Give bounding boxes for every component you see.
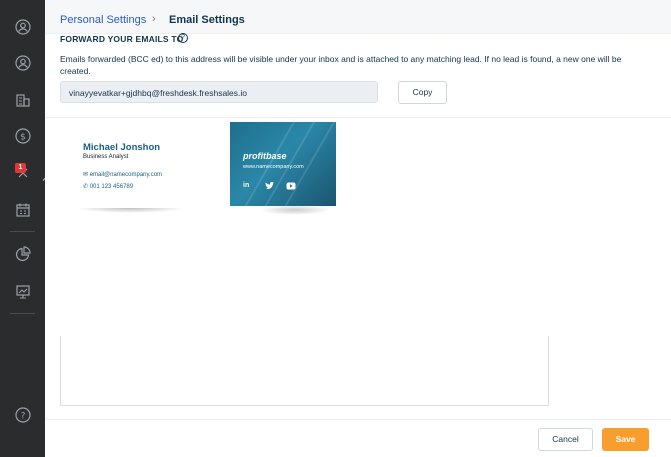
breadcrumb-separator: › xyxy=(152,13,156,25)
help-circle-icon[interactable]: ? xyxy=(178,33,188,43)
linkedin-icon: in xyxy=(243,182,250,189)
page-title: Email Settings xyxy=(169,14,245,26)
youtube-icon xyxy=(286,182,296,192)
forward-email-field[interactable]: vinayyevatkar+gjdhbq@freshdesk.freshsale… xyxy=(60,81,378,103)
forward-description: Emails forwarded (BCC ed) to this addres… xyxy=(60,54,622,76)
signature-phone: ✆ 001 123 456789 xyxy=(83,183,133,190)
signature-email-text: email@namecompany.com xyxy=(89,172,163,178)
breadcrumb: Personal Settings › Email Settings xyxy=(45,0,671,34)
brand-url: www.namecompany.com xyxy=(243,164,304,170)
sidebar-divider xyxy=(10,231,35,232)
user-circle-icon[interactable] xyxy=(13,17,33,37)
main-content: Personal Settings › Email Settings FORWA… xyxy=(45,0,671,457)
signature-phone-text: 001 123 456789 xyxy=(89,184,134,190)
breadcrumb-personal-settings[interactable]: Personal Settings xyxy=(60,14,146,26)
cancel-button[interactable]: Cancel xyxy=(538,428,593,451)
svg-text:$: $ xyxy=(20,133,26,143)
analytics-chart-icon[interactable] xyxy=(13,282,33,302)
signature-role: Business Analyst xyxy=(83,154,129,160)
sidebar-divider xyxy=(10,313,35,314)
copy-button[interactable]: Copy xyxy=(398,81,447,104)
twitter-icon xyxy=(265,182,274,192)
save-button[interactable]: Save xyxy=(602,428,649,451)
brand-name: profitbase xyxy=(243,151,287,161)
signature-email: ✉ email@namecompany.com xyxy=(83,171,162,178)
brand-banner: profitbase www.namecompany.com in xyxy=(230,122,336,206)
brand-shadow xyxy=(260,205,330,215)
signature-editor[interactable] xyxy=(60,336,549,406)
envelope-icon: ✉ xyxy=(83,172,90,178)
help-icon[interactable]: ? xyxy=(13,405,33,425)
calendar-icon[interactable] xyxy=(13,200,33,220)
divider xyxy=(45,117,671,118)
notification-badge: 1 xyxy=(15,163,26,173)
contacts-icon[interactable] xyxy=(13,53,33,73)
sidebar: $ 1 ? xyxy=(0,0,48,457)
svg-text:?: ? xyxy=(21,412,26,422)
accounts-building-icon[interactable] xyxy=(13,90,33,110)
reports-pie-icon[interactable] xyxy=(13,244,33,264)
signature-card: Michael Jonshon Business Analyst ✉ email… xyxy=(70,130,190,208)
phone-icon: ✆ xyxy=(83,184,90,190)
footer: Cancel Save xyxy=(45,419,671,457)
deals-dollar-icon[interactable]: $ xyxy=(13,126,33,146)
signature-name: Michael Jonshon xyxy=(83,142,161,153)
forward-emails-title: FORWARD YOUR EMAILS TO xyxy=(60,34,184,44)
